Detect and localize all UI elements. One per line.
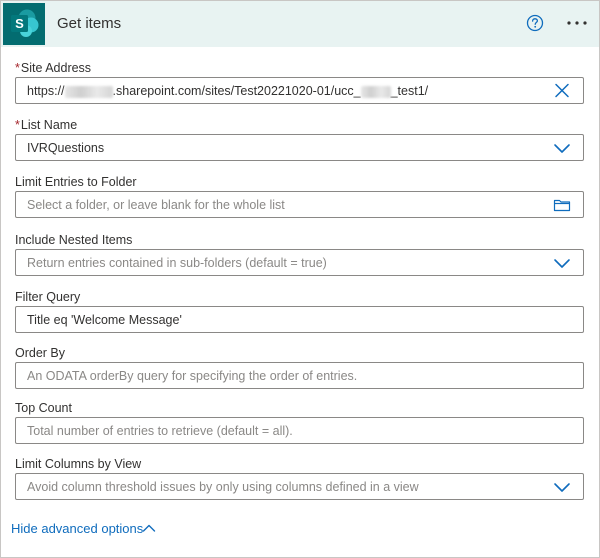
limit-columns-dropdown[interactable]: Avoid column threshold issues by only us… xyxy=(15,473,584,500)
order-by-label: Order By xyxy=(15,346,66,360)
chevron-down-icon[interactable] xyxy=(553,140,571,156)
site-address-input[interactable]: https://.sharepoint.com/sites/Test202210… xyxy=(15,77,584,104)
top-count-placeholder: Total number of entries to retrieve (def… xyxy=(27,424,293,438)
order-by-input[interactable]: An ODATA orderBy query for specifying th… xyxy=(15,362,584,389)
chevron-up-icon[interactable] xyxy=(142,521,156,533)
filter-query-label: Filter Query xyxy=(15,290,81,304)
order-by-placeholder: An ODATA orderBy query for specifying th… xyxy=(27,369,358,383)
chevron-down-icon[interactable] xyxy=(553,255,571,271)
nested-items-dropdown[interactable]: Return entries contained in sub-folders … xyxy=(15,249,584,276)
required-marker: * xyxy=(15,61,20,75)
limit-entries-input[interactable]: Select a folder, or leave blank for the … xyxy=(15,191,584,218)
help-circle-icon[interactable] xyxy=(526,14,544,32)
nested-items-label: Include Nested Items xyxy=(15,233,133,247)
limit-columns-label: Limit Columns by View xyxy=(15,457,142,471)
filter-query-input[interactable]: Title eq 'Welcome Message' xyxy=(15,306,584,333)
chevron-down-icon[interactable] xyxy=(553,479,571,495)
card-header[interactable]: S Get items xyxy=(1,1,599,47)
redacted-region xyxy=(360,85,391,98)
more-options-icon[interactable] xyxy=(565,14,589,32)
list-name-dropdown[interactable]: IVRQuestions xyxy=(15,134,584,161)
sharepoint-logo-icon: S xyxy=(3,3,45,45)
hide-advanced-options-link[interactable]: Hide advanced options xyxy=(11,521,143,536)
redacted-region xyxy=(64,85,113,98)
clear-x-icon[interactable] xyxy=(553,83,571,99)
top-count-label: Top Count xyxy=(15,401,72,415)
site-address-label: *Site Address xyxy=(15,61,92,75)
list-name-label: *List Name xyxy=(15,118,78,132)
limit-entries-label: Limit Entries to Folder xyxy=(15,175,137,189)
site-address-value: https://.sharepoint.com/sites/Test202210… xyxy=(27,84,429,98)
list-name-value: IVRQuestions xyxy=(27,141,105,155)
limit-columns-placeholder: Avoid column threshold issues by only us… xyxy=(27,480,419,494)
folder-icon[interactable] xyxy=(553,197,571,213)
top-count-input[interactable]: Total number of entries to retrieve (def… xyxy=(15,417,584,444)
nested-items-placeholder: Return entries contained in sub-folders … xyxy=(27,256,327,270)
action-card: S Get items *Site Address https://.share… xyxy=(0,0,600,558)
action-title: Get items xyxy=(57,15,122,32)
required-marker: * xyxy=(15,118,20,132)
svg-text:S: S xyxy=(15,16,24,31)
limit-entries-placeholder: Select a folder, or leave blank for the … xyxy=(27,198,285,212)
filter-query-value: Title eq 'Welcome Message' xyxy=(27,313,182,327)
